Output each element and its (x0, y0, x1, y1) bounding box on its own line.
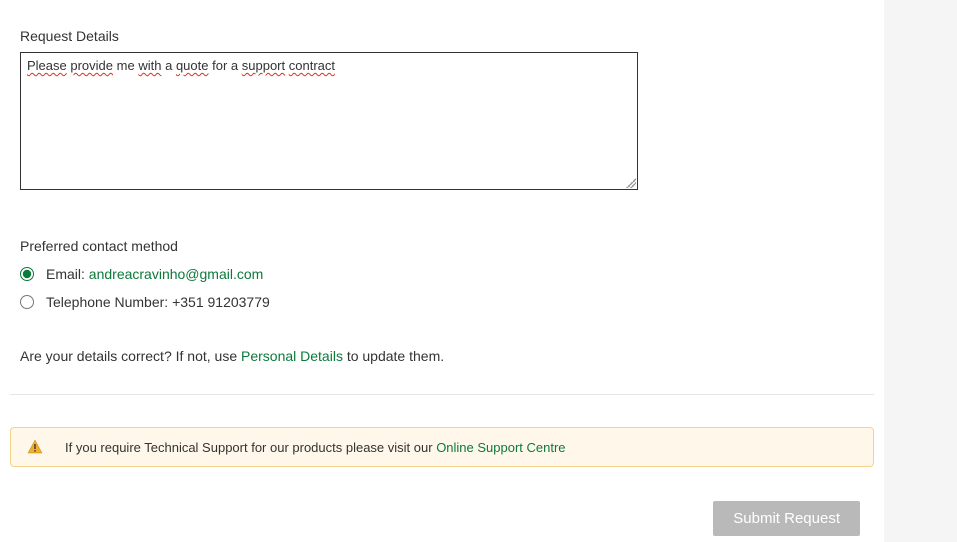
radio-email-label: Email: andreacravinho@gmail.com (46, 266, 263, 282)
alert-text: If you require Technical Support for our… (65, 440, 566, 455)
online-support-link[interactable]: Online Support Centre (436, 440, 565, 455)
section-divider (10, 394, 874, 395)
email-value: andreacravinho@gmail.com (89, 266, 264, 282)
contact-method-section: Preferred contact method Email: andreacr… (10, 238, 874, 310)
details-prompt-after: to update them. (343, 348, 444, 364)
contact-option-telephone: Telephone Number: +351 91203779 (20, 294, 874, 310)
radio-telephone[interactable] (20, 295, 34, 309)
support-alert: If you require Technical Support for our… (10, 427, 874, 467)
contact-method-label: Preferred contact method (20, 238, 874, 254)
contact-option-email: Email: andreacravinho@gmail.com (20, 266, 874, 282)
alert-before: If you require Technical Support for our… (65, 440, 436, 455)
email-prefix: Email: (46, 266, 89, 282)
request-details-textarea[interactable]: Please provide me with a quote for a sup… (20, 52, 638, 190)
details-prompt-before: Are your details correct? If not, use (20, 348, 241, 364)
telephone-value: +351 91203779 (172, 294, 270, 310)
telephone-prefix: Telephone Number: (46, 294, 172, 310)
request-details-section: Request Details Please provide me with a… (10, 0, 874, 190)
contact-radio-group: Email: andreacravinho@gmail.com Telephon… (20, 266, 874, 310)
warning-icon (27, 439, 43, 455)
radio-telephone-label: Telephone Number: +351 91203779 (46, 294, 270, 310)
request-details-label: Request Details (20, 28, 874, 44)
form-container: Request Details Please provide me with a… (0, 0, 884, 542)
radio-email[interactable] (20, 267, 34, 281)
submit-request-button[interactable]: Submit Request (713, 501, 860, 536)
personal-details-link[interactable]: Personal Details (241, 348, 343, 364)
submit-row: Submit Request (10, 501, 874, 536)
details-correct-prompt: Are your details correct? If not, use Pe… (10, 348, 874, 364)
